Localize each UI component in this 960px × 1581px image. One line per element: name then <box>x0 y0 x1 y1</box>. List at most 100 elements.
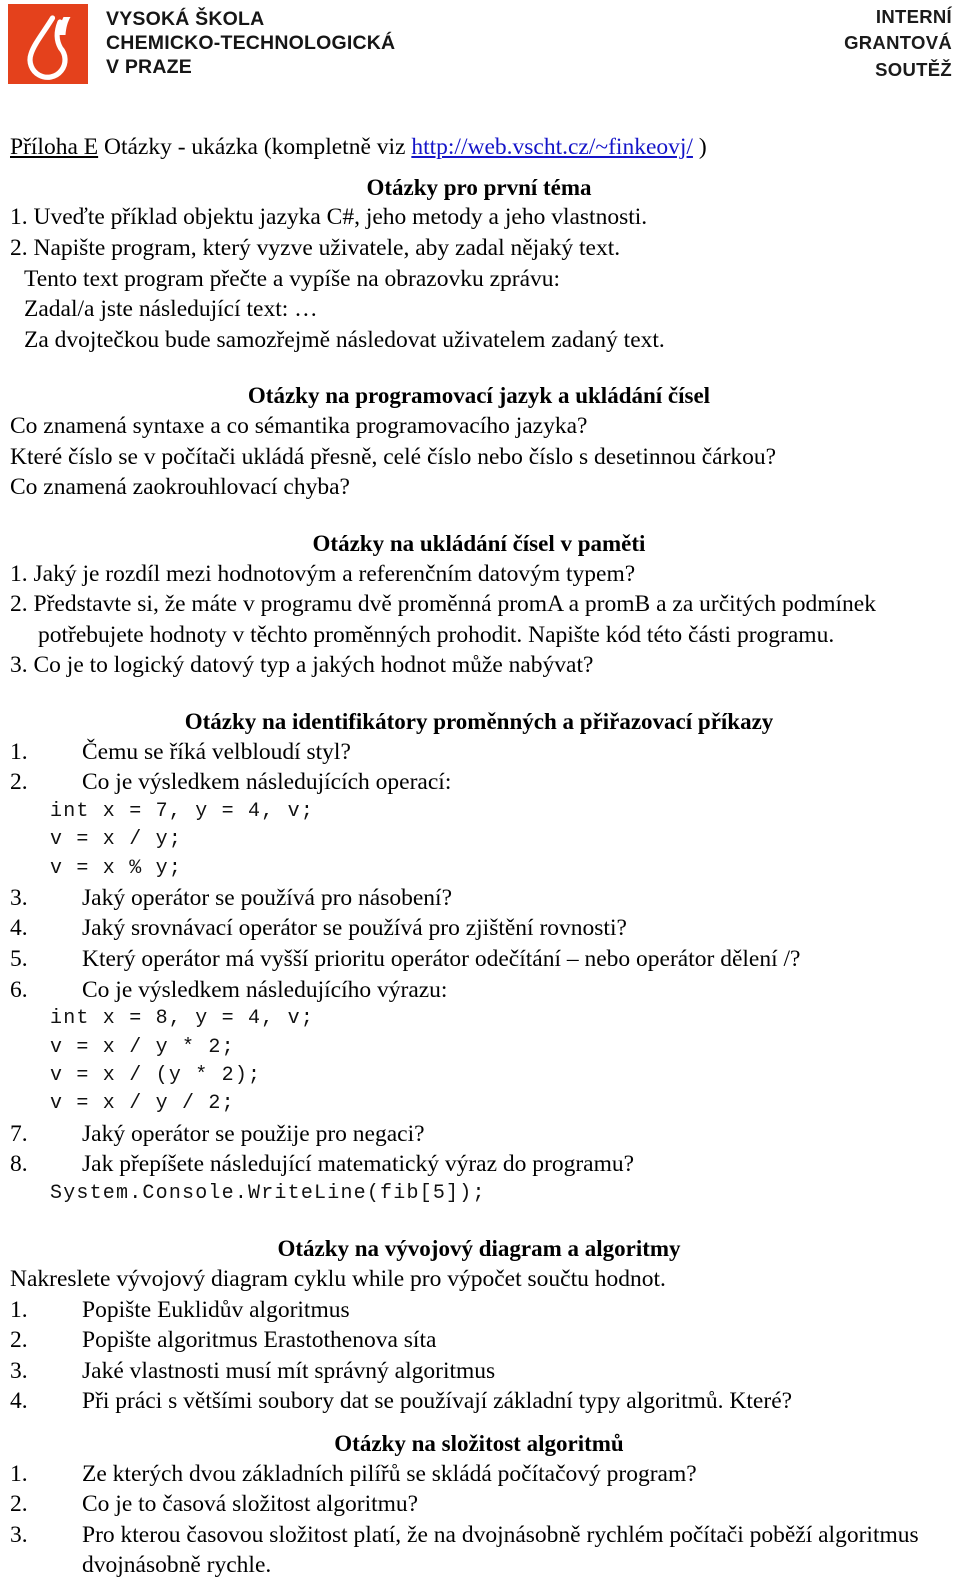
item-text: Pro kterou časovou složitost platí, že n… <box>82 1521 919 1579</box>
section-heading-6: Otázky na složitost algoritmů <box>334 1430 624 1456</box>
list-item: 2. Popište algoritmus Erastothenova síta <box>10 1325 948 1356</box>
item-text: Čemu se říká velbloudí styl? <box>82 738 351 765</box>
item-number: 5. <box>10 946 28 973</box>
item-text: Popište algoritmus Erastothenova síta <box>82 1327 437 1354</box>
section-heading-5: Otázky na vývojový diagram a algoritmy <box>277 1236 681 1262</box>
item-text: Uveďte příklad objektu jazyka C#, jeho m… <box>33 204 648 231</box>
list-item: 7. Jaký operátor se použije pro negaci? <box>10 1119 948 1150</box>
list-item: 4. Při práci s většími soubory dat se pou… <box>10 1386 948 1417</box>
institution-wordmark: VYSOKÁ ŠKOLA CHEMICKO-TECHNOLOGICKÁ V PR… <box>106 8 395 79</box>
list-item: 3. Jaké vlastnosti musí mít správný algor… <box>10 1356 948 1387</box>
list-item: 1. Uveďte příklad objektu jazyka C#, jeh… <box>10 202 948 233</box>
section-heading-1: Otázky pro první téma <box>366 174 592 200</box>
list-item: 6. Co je výsledkem následujícího výrazu: <box>10 975 948 1006</box>
item-number: 1. <box>10 560 28 587</box>
item-number: 2. <box>10 769 28 796</box>
list-item: 1. Jaký je rozdíl mezi hodnotovým a refe… <box>10 559 948 590</box>
section-heading-3: Otázky na ukládání čísel v paměti <box>312 530 646 556</box>
item-text: Jaký operátor se použije pro negaci? <box>82 1120 425 1147</box>
question-list-5: 1. Popište Euklidův algoritmus 2. Popište … <box>10 1295 948 1417</box>
item-text: Který operátor má vyšší prioritu operáto… <box>82 946 801 973</box>
page-title: Příloha E Otázky - ukázka (kompletně viz… <box>10 132 948 163</box>
page-title-suffix: ) <box>692 134 707 160</box>
competition-line-1: INTERNÍ <box>875 6 952 27</box>
item-text: Co je to logický datový typ a jakých hod… <box>33 652 594 679</box>
competition-line-3: SOUTĚŽ <box>875 58 952 80</box>
question-list-6: 1. Ze kterých dvou základních pilířů se s… <box>10 1459 948 1581</box>
item-text: Popište Euklidův algoritmus <box>82 1296 350 1323</box>
list-item: 3. Co je to logický datový typ a jakých … <box>10 650 948 681</box>
item-number: 1. <box>10 738 28 765</box>
item-text: Představte si, že máte v programu dvě pr… <box>33 591 877 648</box>
item-number: 4. <box>10 1388 28 1415</box>
question-list-4: 1. Čemu se říká velbloudí styl? 2. Co je v… <box>10 737 948 798</box>
list-item: 2. Co je výsledkem následujících operací: <box>10 767 948 798</box>
item-number: 1. <box>10 1296 28 1323</box>
section-1-note-line-3: Za dvojtečkou bude samozřejmě následovat… <box>24 326 665 353</box>
item-number: 2. <box>10 234 28 261</box>
item-text: Ze kterých dvou základních pilířů se skl… <box>82 1460 697 1487</box>
wordmark-line-3: V PRAZE <box>106 55 192 78</box>
list-item: 4. Jaký srovnávací operátor se používá pr… <box>10 913 948 944</box>
appendix-url-link[interactable]: http://web.vscht.cz/~finkeovj/ <box>411 134 693 160</box>
page-title-text: Otázky - ukázka (kompletně viz <box>98 134 412 160</box>
item-number: 2. <box>10 1491 28 1518</box>
section-heading-4: Otázky na identifikátory proměnných a př… <box>184 708 774 734</box>
section-2-line-3: Co znamená zaokrouhlovací chyba? <box>10 474 350 501</box>
question-list-1: 1. Uveďte příklad objektu jazyka C#, jeh… <box>10 202 948 263</box>
item-text: Při práci s většími soubory dat se použí… <box>82 1388 793 1415</box>
item-number: 1. <box>10 1460 28 1487</box>
list-item: 2. Napište program, který vyzve uživatel… <box>10 233 948 264</box>
list-item: 3. Jaký operátor se používá pro násobení? <box>10 883 948 914</box>
list-item: 1. Ze kterých dvou základních pilířů se s… <box>10 1459 948 1490</box>
question-list-4c: 7. Jaký operátor se použije pro negaci? 8… <box>10 1119 948 1180</box>
institution-logo: VYSOKÁ ŠKOLA CHEMICKO-TECHNOLOGICKÁ V PR… <box>8 4 395 84</box>
question-list-4b: 3. Jaký operátor se používá pro násobení?… <box>10 883 948 1005</box>
item-number: 2. <box>10 1327 28 1354</box>
page-header: VYSOKÁ ŠKOLA CHEMICKO-TECHNOLOGICKÁ V PR… <box>0 0 960 96</box>
code-block-2: int x = 8, y = 4, v; v = x / y * 2; v = … <box>50 1007 315 1116</box>
list-item: 1. Popište Euklidův algoritmus <box>10 1295 948 1326</box>
item-text: Co je výsledkem následujících operací: <box>82 769 452 796</box>
wordmark-line-1: VYSOKÁ ŠKOLA <box>106 8 265 30</box>
section-1-note-line-1: Tento text program přečte a vypíše na ob… <box>24 265 561 292</box>
item-number: 3. <box>10 1521 28 1548</box>
section-1-note-line-2: Zadal/a jste následující text: … <box>24 296 318 323</box>
section-2-line-2: Které číslo se v počítači ukládá přesně,… <box>10 443 777 470</box>
item-number: 3. <box>10 884 28 911</box>
list-item: 8. Jak přepíšete následující matematický … <box>10 1149 948 1180</box>
item-text: Jaké vlastnosti musí mít správný algorit… <box>82 1357 496 1384</box>
section-5-intro: Nakreslete vývojový diagram cyklu while … <box>10 1266 666 1293</box>
list-item: 5. Který operátor má vyšší prioritu operá… <box>10 944 948 975</box>
competition-label: INTERNÍ GRANTOVÁ SOUTĚŽ <box>844 4 952 83</box>
list-item: 1. Čemu se říká velbloudí styl? <box>10 737 948 768</box>
section-2-line-1: Co znamená syntaxe a co sémantika progra… <box>10 413 588 440</box>
page-title-prefix: Příloha E <box>10 134 99 160</box>
section-heading-2: Otázky na programovací jazyk a ukládání … <box>247 383 711 409</box>
item-text: Jaký je rozdíl mezi hodnotovým a referen… <box>33 560 636 587</box>
item-text: Co je výsledkem následujícího výrazu: <box>82 976 448 1003</box>
vscht-flask-logo-icon <box>8 4 88 84</box>
question-list-3: 1. Jaký je rozdíl mezi hodnotovým a refe… <box>10 559 948 681</box>
wordmark-line-2: CHEMICKO-TECHNOLOGICKÁ <box>106 31 396 54</box>
document-page: VYSOKÁ ŠKOLA CHEMICKO-TECHNOLOGICKÁ V PR… <box>0 0 960 1581</box>
item-number: 2. <box>10 591 28 618</box>
item-number: 4. <box>10 915 28 942</box>
item-number: 6. <box>10 976 28 1003</box>
item-number: 1. <box>10 204 28 231</box>
item-text: Jaký srovnávací operátor se používá pro … <box>82 915 627 942</box>
item-number: 8. <box>10 1151 28 1178</box>
item-text: Jak přepíšete následující matematický vý… <box>82 1151 635 1178</box>
item-number: 3. <box>10 652 28 679</box>
document-body: Příloha E Otázky - ukázka (kompletně viz… <box>0 132 960 1581</box>
code-block-3: System.Console.WriteLine(fib[5]); <box>50 1181 486 1205</box>
list-item: 2. Co je to časová složitost algoritmu? <box>10 1489 948 1520</box>
competition-line-2: GRANTOVÁ <box>844 32 952 54</box>
code-block-1: int x = 7, y = 4, v; v = x / y; v = x % … <box>50 799 315 880</box>
item-number: 7. <box>10 1120 28 1147</box>
item-number: 3. <box>10 1357 28 1384</box>
list-item: 2. Představte si, že máte v programu dvě… <box>10 589 948 650</box>
item-text: Napište program, který vyzve uživatele, … <box>33 234 621 261</box>
item-text: Co je to časová složitost algoritmu? <box>82 1491 419 1518</box>
